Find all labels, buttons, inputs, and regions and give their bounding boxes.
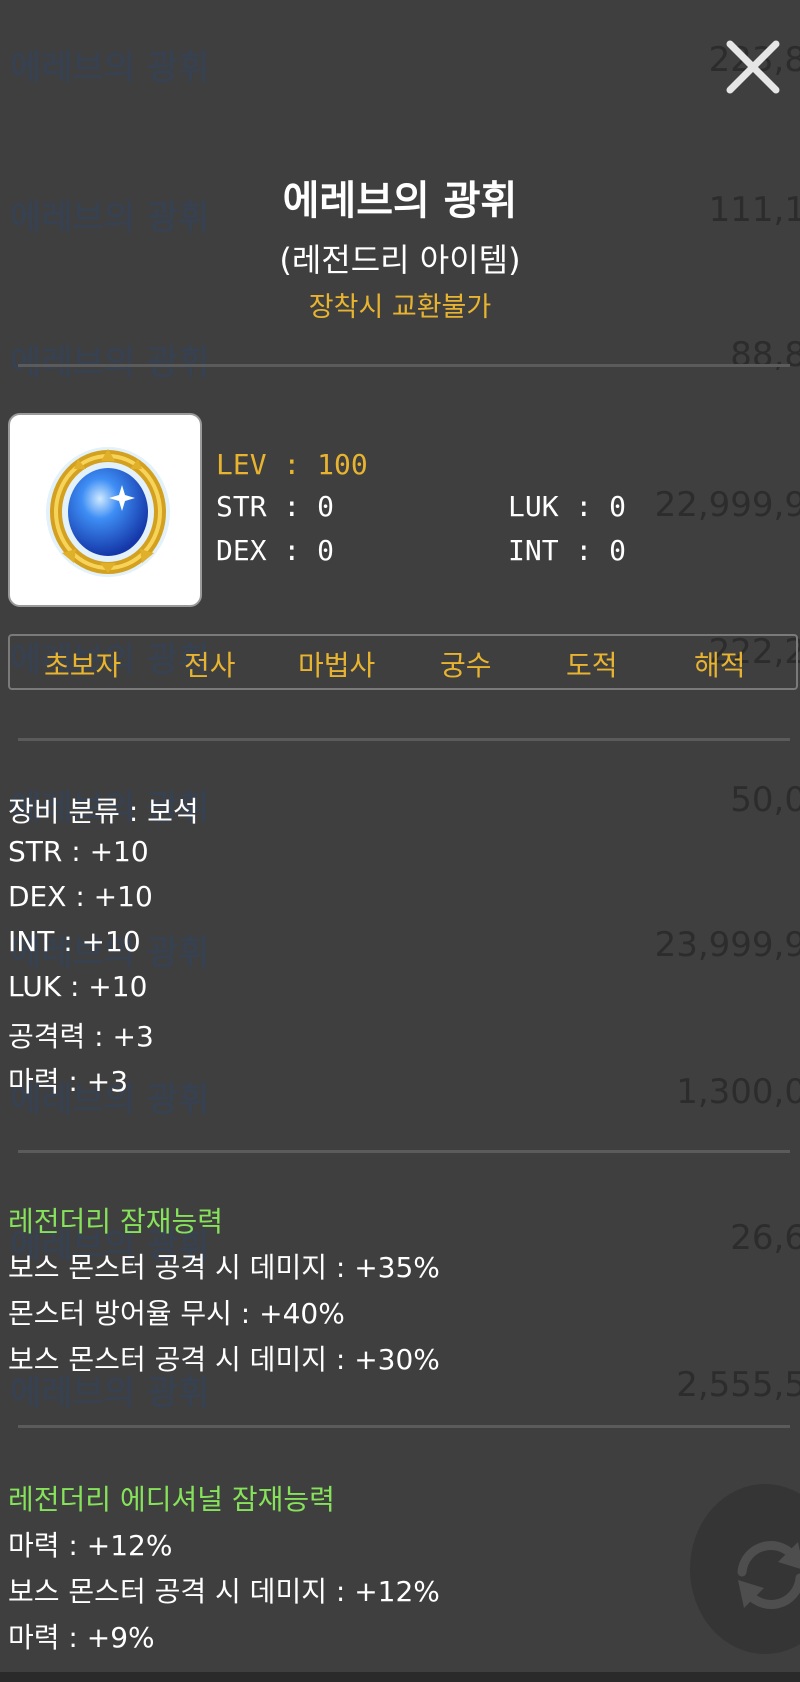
potential-line: 보스 몬스터 공격 시 데미지 : +35%	[8, 1251, 440, 1284]
close-icon	[726, 40, 780, 94]
req-dex: DEX : 0	[216, 534, 335, 567]
stat-line: STR : +10	[8, 835, 149, 868]
divider	[18, 1150, 790, 1153]
req-luk: LUK : 0	[508, 490, 627, 523]
item-title: 에레브의 광휘	[282, 178, 518, 224]
divider	[18, 364, 790, 367]
potential-heading: 레전더리 잠재능력	[8, 1205, 223, 1238]
stat-line: 장비 분류 : 보석	[8, 795, 199, 828]
job-magician: 마법사	[298, 649, 376, 682]
item-tooltip: 에레브의 광휘 (레전드리 아이템) 장착시 교환불가 LEV : 100 ST…	[0, 0, 800, 1682]
stat-line: 마력 : +3	[8, 1065, 129, 1098]
job-warrior: 전사	[184, 649, 236, 682]
trade-note: 장착시 교환불가	[308, 292, 492, 323]
additional-potential-line: 마력 : +9%	[8, 1621, 155, 1654]
blue-gem-brooch-icon	[46, 447, 170, 577]
close-button[interactable]	[722, 36, 784, 98]
additional-potential-heading: 레전더리 에디셔널 잠재능력	[8, 1483, 335, 1516]
req-level: LEV : 100	[216, 448, 368, 481]
additional-potential-line: 마력 : +12%	[8, 1529, 173, 1562]
job-beginner: 초보자	[44, 649, 122, 682]
req-str: STR : 0	[216, 490, 335, 523]
potential-line: 보스 몬스터 공격 시 데미지 : +30%	[8, 1343, 440, 1376]
item-rarity: (레전드리 아이템)	[279, 241, 521, 279]
job-thief: 도적	[566, 649, 618, 682]
stat-line: DEX : +10	[8, 880, 153, 913]
stat-line: 공격력 : +3	[8, 1020, 154, 1053]
req-int: INT : 0	[508, 534, 627, 567]
stat-line: INT : +10	[8, 925, 141, 958]
job-archer: 궁수	[440, 649, 492, 682]
potential-line: 몬스터 방어율 무시 : +40%	[8, 1297, 345, 1330]
job-pirate: 해적	[694, 649, 746, 682]
divider	[18, 738, 790, 741]
additional-potential-line: 보스 몬스터 공격 시 데미지 : +12%	[8, 1575, 440, 1608]
divider	[18, 1425, 790, 1428]
stat-line: LUK : +10	[8, 970, 148, 1003]
job-requirement-bar: 초보자 전사 마법사 궁수 도적 해적	[8, 634, 798, 690]
item-icon-frame	[8, 413, 202, 607]
